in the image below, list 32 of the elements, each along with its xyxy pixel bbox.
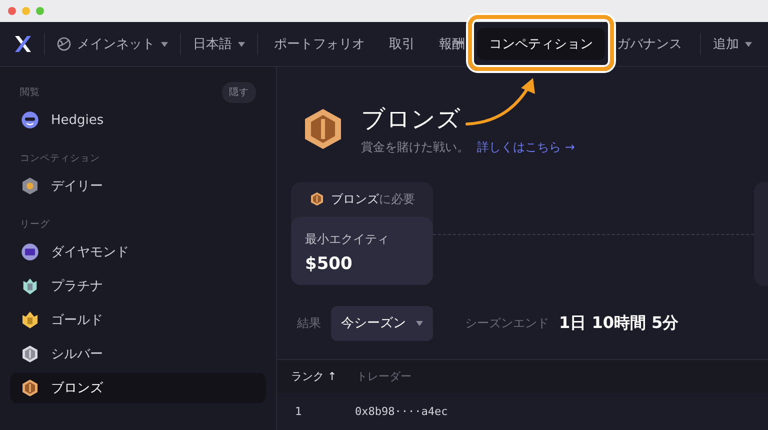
column-header[interactable]: ランク ↑ bbox=[291, 368, 337, 384]
season-end-time: 1日 10時間 5分 bbox=[559, 312, 679, 334]
section-heading: リーグ bbox=[20, 218, 50, 230]
sidebar-item[interactable]: ブロンズ bbox=[10, 373, 266, 403]
sidebar-item[interactable]: ダイヤモンド bbox=[10, 237, 266, 267]
sidebar-item[interactable]: プラチナ bbox=[10, 271, 266, 301]
sidebar-item[interactable]: シルバー bbox=[10, 339, 266, 369]
section-heading: 閲覧 bbox=[20, 86, 40, 98]
sidebar-item[interactable]: ゴールド bbox=[10, 305, 266, 335]
table-cell: 0x8b98····a4ec bbox=[355, 404, 448, 418]
nav-tab[interactable]: コンペティション bbox=[477, 28, 605, 60]
metric-value: $500 bbox=[305, 254, 354, 274]
table-cell-text: 1 bbox=[295, 404, 303, 418]
learn-more-link[interactable]: 詳しくはこちら → bbox=[477, 138, 575, 156]
metric-label: 最小エクイティ bbox=[305, 230, 390, 248]
sidebar-item[interactable]: Hedgies bbox=[10, 105, 266, 135]
league-title: ブロンズ bbox=[361, 104, 462, 135]
nav-tab[interactable]: ポートフォリオ bbox=[262, 28, 377, 60]
hide-button[interactable]: 隠す bbox=[222, 82, 256, 102]
section-heading: コンペティション bbox=[20, 152, 100, 164]
language-dropdown[interactable]: 日本語 bbox=[181, 35, 257, 53]
nav-tab[interactable]: 報酬 bbox=[427, 28, 477, 60]
network-dropdown[interactable]: メインネット bbox=[45, 35, 180, 53]
league-subtitle: 賞金を賭けた戦い。 bbox=[361, 138, 469, 156]
nav-tab[interactable]: ガバナンス bbox=[605, 28, 694, 60]
season-end-label: シーズンエンド bbox=[465, 314, 549, 332]
sidebar-item[interactable]: デイリー bbox=[10, 171, 266, 201]
more-dropdown[interactable]: 追加 bbox=[701, 35, 764, 53]
season-dropdown[interactable]: 今シーズン bbox=[331, 306, 433, 341]
nav-tab[interactable]: 取引 bbox=[377, 28, 427, 60]
requirement-label: ブロンズに必要 bbox=[331, 190, 415, 208]
results-label: 結果 bbox=[297, 314, 321, 332]
